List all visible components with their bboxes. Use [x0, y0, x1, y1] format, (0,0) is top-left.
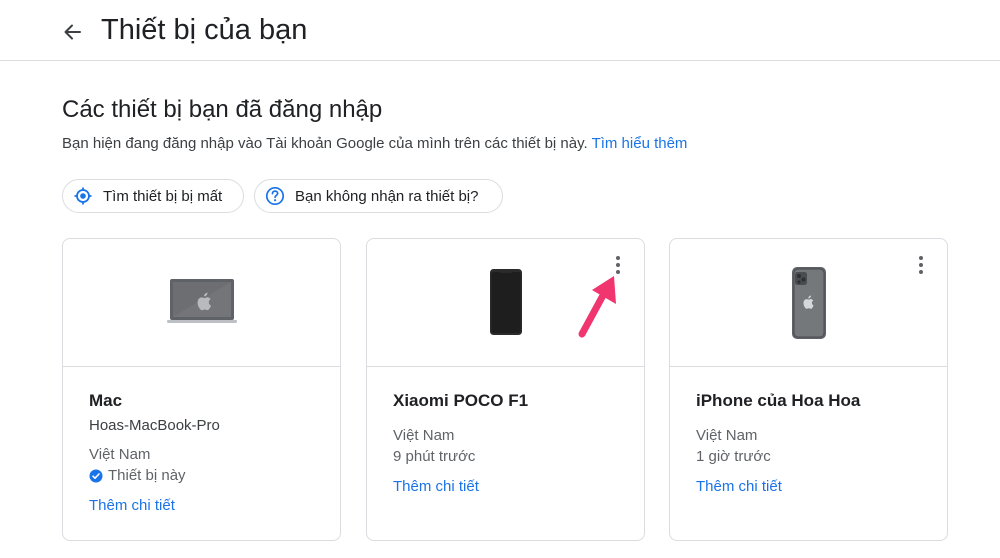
device-card-mac[interactable]: Mac Hoas-MacBook-Pro Việt Nam Thiết bị n… — [62, 238, 341, 541]
unrecognized-device-label: Bạn không nhận ra thiết bị? — [295, 187, 479, 205]
device-card-iphone[interactable]: iPhone của Hoa Hoa Việt Nam 1 giờ trước … — [669, 238, 948, 541]
page-title: Thiết bị của bạn — [101, 14, 308, 46]
section-title: Các thiết bị bạn đã đăng nhập — [62, 96, 383, 123]
section-description: Bạn hiện đang đăng nhập vào Tài khoản Go… — [62, 135, 687, 152]
find-lost-device-chip[interactable]: Tìm thiết bị bị mất — [62, 179, 244, 213]
more-options-icon[interactable] — [909, 253, 933, 277]
device-name: iPhone của Hoa Hoa — [696, 391, 861, 410]
back-arrow-icon[interactable] — [58, 18, 86, 46]
iphone-icon — [792, 267, 826, 339]
device-info: Mac Hoas-MacBook-Pro Việt Nam Thiết bị n… — [89, 391, 320, 514]
device-location: Việt Nam — [696, 427, 758, 444]
this-device-label: Thiết bị này — [108, 467, 186, 484]
help-icon — [265, 186, 285, 206]
device-image-area — [63, 239, 340, 367]
more-details-link[interactable]: Thêm chi tiết — [89, 497, 320, 514]
device-location: Việt Nam — [89, 446, 151, 463]
section-description-text: Bạn hiện đang đăng nhập vào Tài khoản Go… — [62, 135, 588, 152]
more-details-link[interactable]: Thêm chi tiết — [696, 478, 927, 495]
more-details-link[interactable]: Thêm chi tiết — [393, 478, 624, 495]
device-info: Xiaomi POCO F1 Việt Nam 9 phút trước Thê… — [393, 391, 624, 495]
device-image-area — [670, 239, 947, 367]
device-info: iPhone của Hoa Hoa Việt Nam 1 giờ trước … — [696, 391, 927, 495]
find-lost-device-label: Tìm thiết bị bị mất — [103, 187, 223, 205]
device-last-seen: 9 phút trước — [393, 448, 476, 465]
check-circle-icon — [89, 469, 103, 482]
annotation-arrow-icon — [578, 276, 616, 338]
device-location: Việt Nam — [393, 427, 455, 444]
unrecognized-device-chip[interactable]: Bạn không nhận ra thiết bị? — [254, 179, 503, 213]
device-name: Xiaomi POCO F1 — [393, 391, 529, 410]
this-device-status: Thiết bị này — [89, 465, 320, 486]
locate-icon — [73, 186, 93, 206]
device-last-seen: 1 giờ trước — [696, 448, 771, 465]
top-bar: Thiết bị của bạn — [0, 0, 1000, 61]
device-hostname: Hoas-MacBook-Pro — [89, 417, 220, 434]
learn-more-link[interactable]: Tìm hiểu thêm — [592, 135, 688, 152]
device-name: Mac — [89, 391, 123, 410]
android-phone-icon — [490, 269, 522, 335]
laptop-icon — [167, 279, 237, 323]
